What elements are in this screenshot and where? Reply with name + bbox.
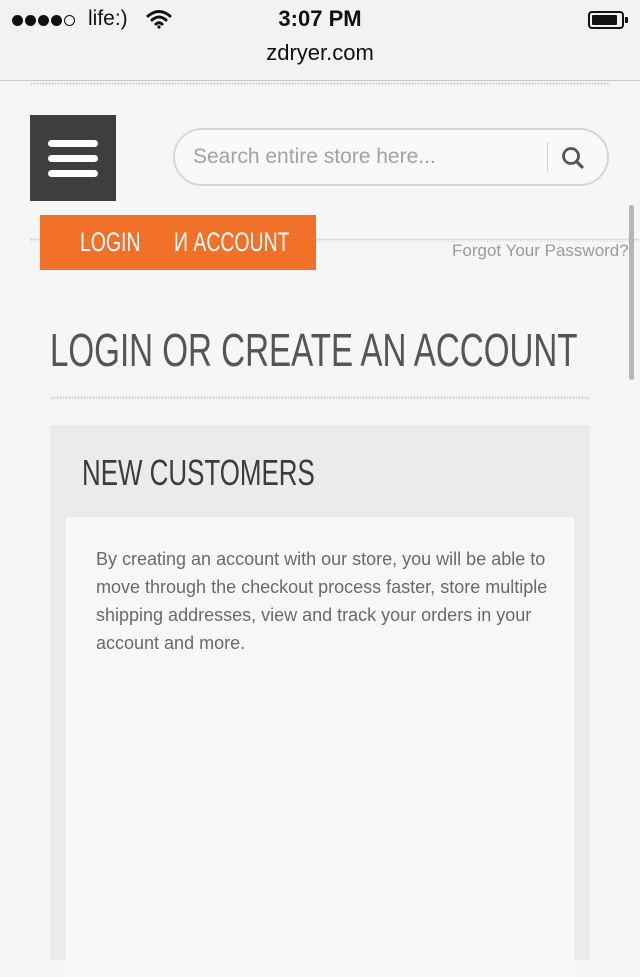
status-time: 3:07 PM: [278, 6, 362, 31]
search-button[interactable]: [551, 136, 595, 178]
login-link[interactable]: LOGIN: [80, 227, 141, 258]
menu-button[interactable]: [30, 115, 116, 201]
new-customers-heading: NEW CUSTOMERS: [82, 452, 315, 493]
search-form: [173, 128, 609, 186]
search-divider: [547, 142, 548, 172]
page-scrollbar[interactable]: [629, 205, 634, 380]
search-icon: [562, 147, 584, 169]
forgot-password-link[interactable]: Forgot Your Password?: [452, 241, 629, 261]
create-account-link[interactable]: И ACCOUNT: [174, 227, 289, 258]
page-title: LOGIN OR CREATE AN ACCOUNT: [50, 324, 578, 376]
search-input[interactable]: [193, 140, 533, 174]
hamburger-bar: [48, 170, 98, 177]
new-customers-content: By creating an account with our store, y…: [66, 517, 574, 977]
new-customers-panel: NEW CUSTOMERS By creating an account wit…: [50, 425, 590, 977]
address-bar-url[interactable]: zdryer.com: [0, 40, 640, 66]
title-divider: [50, 396, 590, 400]
hamburger-bar: [48, 155, 98, 162]
header-divider: [30, 82, 610, 86]
account-menu-banner[interactable]: LOGIN И ACCOUNT: [40, 215, 316, 270]
browser-status-bar: life:) 3:07 PM zdryer.com: [0, 0, 640, 81]
battery-icon: [588, 11, 628, 29]
hamburger-menu-icon: [48, 140, 98, 147]
new-customers-description: By creating an account with our store, y…: [96, 549, 548, 653]
